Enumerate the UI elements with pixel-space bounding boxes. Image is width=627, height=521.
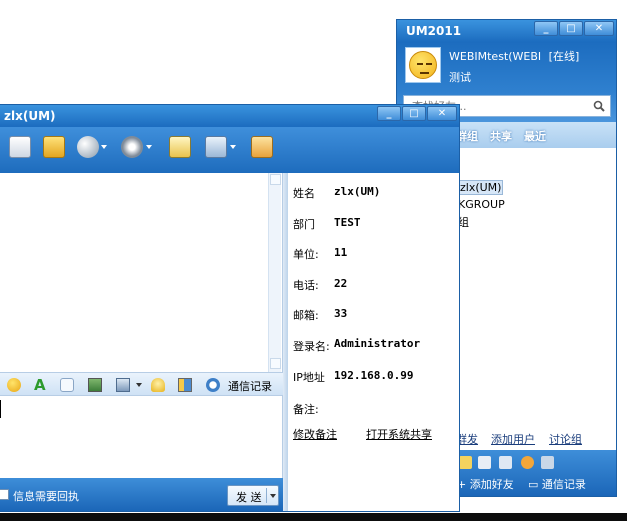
message-scrollbar[interactable] [268, 173, 281, 372]
email-label: 邮箱: [293, 309, 319, 322]
chevron-down-icon[interactable] [270, 494, 276, 498]
chat-record-button[interactable]: 通信记录 [228, 378, 272, 394]
bell-icon[interactable] [151, 378, 165, 392]
magic-wand-icon[interactable] [77, 136, 99, 158]
webcam-icon[interactable] [121, 136, 143, 158]
message-icon: ▭ [528, 478, 539, 491]
chevron-down-icon[interactable] [136, 383, 142, 387]
taskbar [0, 513, 627, 521]
user-signature[interactable]: 测试 [449, 69, 471, 85]
minimize-button[interactable]: _ [377, 106, 401, 121]
login-value: Administrator [334, 337, 421, 350]
um-window-title: UM2011 [406, 24, 462, 38]
whiteboard-icon[interactable] [169, 136, 191, 158]
minimize-button[interactable]: _ [534, 21, 558, 36]
smiley-face-icon [409, 51, 437, 79]
unit-label: 单位: [293, 248, 319, 261]
plugin-icon[interactable] [521, 456, 534, 469]
tab-recent[interactable]: 最近 [524, 128, 546, 144]
send-label: 发 送 [236, 491, 262, 504]
user-profile: WEBIMtest(WEBI [在线] 测试 [397, 42, 616, 92]
note-icon[interactable] [478, 456, 491, 469]
add-friend-label: 添加好友 [469, 478, 514, 491]
name-value: zlx(UM) [334, 185, 381, 198]
remote-screen-icon[interactable] [205, 136, 227, 158]
avatar[interactable] [405, 47, 441, 83]
search-icon[interactable] [593, 100, 605, 112]
settings-icon[interactable] [541, 456, 554, 469]
chat-record-button[interactable]: ▭ 通信记录 [528, 476, 586, 492]
user-name-text: WEBIMtest(WEBI [449, 50, 542, 63]
chevron-down-icon[interactable] [230, 145, 236, 149]
close-button[interactable]: ✕ [427, 106, 457, 121]
chevron-down-icon[interactable] [146, 145, 152, 149]
layout-icon[interactable] [178, 378, 192, 392]
text-cursor [0, 400, 1, 418]
add-user-link[interactable]: 添加用户 [491, 431, 535, 447]
open-share-link[interactable]: 打开系统共享 [366, 426, 432, 442]
um-title-bar[interactable]: UM2011 _ □ ✕ [397, 20, 616, 42]
receipt-label: 信息需要回执 [13, 490, 79, 503]
contact-item-zlx[interactable]: zlx(UM) [458, 180, 504, 195]
close-button[interactable]: ✕ [584, 21, 614, 36]
maximize-button[interactable]: □ [402, 106, 426, 121]
add-contact-icon[interactable] [251, 136, 273, 158]
send-split-divider [266, 488, 267, 503]
email-value: 33 [334, 307, 348, 320]
document-icon[interactable] [499, 456, 512, 469]
name-label: 姓名 [293, 187, 315, 200]
maximize-button[interactable]: □ [559, 21, 583, 36]
emoticon-icon[interactable] [7, 378, 21, 392]
login-label: 登录名: [293, 340, 330, 353]
note-label: 备注: [293, 403, 319, 416]
folder-icon[interactable] [459, 456, 472, 469]
chat-toolbar [0, 127, 459, 173]
phone-value: 22 [334, 277, 348, 290]
desktop: UM2011 _ □ ✕ WEBIMtest(WEBI [在线] 测试 查找好友… [0, 0, 627, 521]
message-input[interactable] [0, 396, 283, 478]
more-icon[interactable] [60, 378, 74, 392]
scroll-up-icon[interactable] [270, 174, 281, 185]
chat-record-label: 通信记录 [541, 478, 586, 491]
receipt-checkbox[interactable] [0, 489, 9, 500]
send-button[interactable]: 发 送 [227, 485, 279, 506]
chat-window-title: zlx(UM) [4, 109, 56, 123]
folder-upload-icon[interactable] [43, 136, 65, 158]
screenshot-icon[interactable] [116, 378, 130, 392]
send-bar: 信息需要回执 发 送 [0, 478, 283, 511]
edit-note-link[interactable]: 修改备注 [293, 426, 337, 442]
unit-value: 11 [334, 246, 348, 259]
font-icon[interactable]: A [34, 376, 48, 394]
format-toolbar: A 通信记录 [0, 372, 283, 396]
history-icon[interactable] [206, 378, 220, 392]
chat-title-bar[interactable]: zlx(UM) _ □ ✕ [0, 105, 459, 127]
user-name: WEBIMtest(WEBI [在线] [449, 48, 579, 64]
discussion-group-link[interactable]: 讨论组 [549, 431, 582, 447]
chat-window: zlx(UM) _ □ ✕ A 通信记录 信息需要回执 发 送 姓名 zlx(U… [0, 104, 460, 512]
document-icon[interactable] [9, 136, 31, 158]
contact-info-panel: 姓名 zlx(UM) 部门 TEST 单位: 11 电话: 22 邮箱: 33 … [288, 173, 459, 511]
image-icon[interactable] [88, 378, 102, 392]
ip-label: IP地址 [293, 371, 325, 384]
message-history[interactable] [0, 173, 283, 372]
add-friend-button[interactable]: + 添加好友 [457, 476, 514, 492]
ip-value: 192.168.0.99 [334, 369, 414, 382]
tab-share[interactable]: 共享 [490, 128, 512, 144]
dept-label: 部门 [293, 218, 315, 231]
user-status[interactable]: [在线] [549, 50, 580, 63]
scroll-down-icon[interactable] [270, 358, 281, 369]
phone-label: 电话: [293, 279, 319, 292]
dept-value: TEST [334, 216, 361, 229]
group-item[interactable]: KGROUP [458, 198, 505, 211]
chevron-down-icon[interactable] [101, 145, 107, 149]
